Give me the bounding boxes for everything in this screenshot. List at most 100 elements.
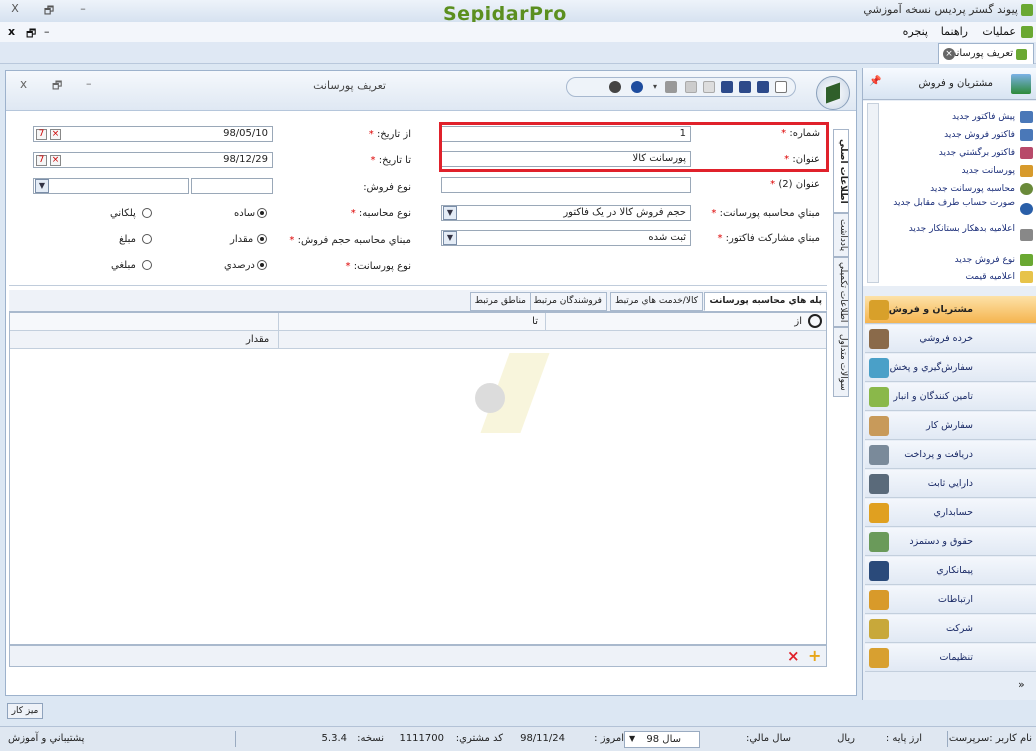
module-item[interactable]: دارايي ثابت xyxy=(865,470,1036,498)
highlight-box xyxy=(439,122,829,172)
new-icon[interactable] xyxy=(775,81,787,93)
module-item[interactable]: سفارش کار xyxy=(865,412,1036,440)
invoice-share-select[interactable]: ثبت شده ▼ xyxy=(441,230,691,246)
module-icon xyxy=(869,648,889,668)
print-icon[interactable] xyxy=(665,81,677,93)
module-item[interactable]: ارتباطات xyxy=(865,586,1036,614)
help-icon[interactable] xyxy=(631,81,643,93)
list-item[interactable]: فاکتور فروش جديد xyxy=(875,130,1015,141)
close-window-button[interactable]: X xyxy=(6,2,24,18)
column-amount-header[interactable]: مقدار xyxy=(246,334,269,345)
module-item[interactable]: پيمانکاري xyxy=(865,557,1036,585)
tab-faq[interactable]: سوالات متداول xyxy=(833,327,849,397)
sale-type-select[interactable]: ▼ xyxy=(33,178,189,194)
maximize-window-button[interactable]: 🗗 xyxy=(40,2,58,18)
sale-type-code-field[interactable] xyxy=(191,178,273,194)
list-item[interactable]: محاسبه پورسانت جديد xyxy=(875,184,1015,195)
module-label: حسابداري xyxy=(933,507,973,518)
calc-type-stepped-radio[interactable] xyxy=(142,208,152,218)
menu-window[interactable]: پنجره xyxy=(903,25,928,38)
module-item[interactable]: دريافت و پرداخت xyxy=(865,441,1036,469)
save-close-icon[interactable] xyxy=(721,81,733,93)
commission-type-percent-radio[interactable] xyxy=(257,260,267,270)
module-icon xyxy=(869,329,889,349)
tab-main-info[interactable]: اطلاعات اصلي xyxy=(833,129,849,213)
save-new-icon[interactable] xyxy=(739,81,751,93)
menu-help[interactable]: راهنما xyxy=(941,25,968,38)
title-bar: X 🗗 – SepidarPro پیوند گستر پردیس نسخه آ… xyxy=(0,0,1036,25)
module-item[interactable]: تامين کنندگان و انبار xyxy=(865,383,1036,411)
mdi-close-button[interactable]: x xyxy=(8,25,15,38)
mdi-minimize-button[interactable]: – xyxy=(44,25,50,38)
fiscal-year-select[interactable]: سال 98 ▼ xyxy=(624,731,700,748)
calendar-icon[interactable]: 7 xyxy=(36,155,47,166)
add-row-icon[interactable]: + xyxy=(808,646,821,665)
chevron-down-icon[interactable]: ▼ xyxy=(629,734,635,743)
pin-icon[interactable]: 📌 xyxy=(869,76,881,87)
chevron-down-icon[interactable]: ▼ xyxy=(35,179,49,193)
module-item[interactable]: حسابداري xyxy=(865,499,1036,527)
search-icon[interactable] xyxy=(808,314,822,328)
list-item[interactable]: اعلاميه بدهکار بستانکار جديد xyxy=(875,224,1015,235)
delete-icon[interactable] xyxy=(685,81,697,93)
module-label: دريافت و پرداخت xyxy=(904,449,973,460)
document-tab[interactable]: تعريف پورسانت × xyxy=(938,43,1034,64)
filter-to-label: تا xyxy=(532,316,538,327)
clear-icon[interactable]: × xyxy=(50,155,61,166)
module-label: دارايي ثابت xyxy=(927,478,973,489)
section-divider[interactable] xyxy=(9,285,827,288)
form-close-button[interactable]: x xyxy=(20,77,27,91)
delete-row-icon[interactable]: × xyxy=(787,647,800,665)
module-label: پيمانکاري xyxy=(936,565,973,576)
calc-base-select[interactable]: حجم فروش کالا در يک فاکتور ▼ xyxy=(441,205,691,221)
nav-panel-title: مشتريان و فروش xyxy=(918,78,993,89)
form-restore-button[interactable]: 🗗 xyxy=(52,77,62,96)
tab-extra-info[interactable]: اطلاعات تکميلي xyxy=(833,257,849,327)
module-item[interactable]: تنظيمات xyxy=(865,644,1036,672)
module-item[interactable]: خرده فروشي xyxy=(865,325,1036,353)
save-icon[interactable] xyxy=(757,81,769,93)
list-item[interactable]: فاکتور برگشتي جديد xyxy=(875,148,1015,159)
grid-filter-row: از تا xyxy=(10,313,826,331)
print-dropdown-icon[interactable]: ▾ xyxy=(653,82,657,91)
grid-footer: × + xyxy=(9,645,827,667)
tab-related-goods[interactable]: کالا/خدمت هاي مرتبط xyxy=(610,292,703,311)
volume-base-quantity-radio[interactable] xyxy=(257,234,267,244)
list-item[interactable]: پورسانت جديد xyxy=(875,166,1015,177)
calc-type-simple-radio[interactable] xyxy=(257,208,267,218)
settings-icon[interactable] xyxy=(609,81,621,93)
commission-type-amount-radio[interactable] xyxy=(142,260,152,270)
desktop-button[interactable]: ميز کار xyxy=(7,703,43,719)
list-item[interactable]: صورت حساب طرف مقابل جديد xyxy=(875,198,1015,209)
module-label: ارتباطات xyxy=(937,594,973,605)
calendar-icon[interactable]: 7 xyxy=(36,129,47,140)
list-item[interactable]: نوع فروش جديد xyxy=(875,255,1015,266)
from-date-field[interactable]: 7 × 98/05/10 xyxy=(33,126,273,142)
minimize-window-button[interactable]: – xyxy=(74,2,92,18)
list-item[interactable]: پيش فاکتور جديد xyxy=(875,112,1015,123)
module-item[interactable]: حقوق و دستمزد xyxy=(865,528,1036,556)
tab-related-sellers[interactable]: فروشندگان مرتبط xyxy=(528,292,607,311)
clear-icon[interactable]: × xyxy=(50,129,61,140)
chevron-down-icon[interactable]: ▼ xyxy=(443,206,457,220)
to-date-value: 98/12/29 xyxy=(223,154,268,165)
menu-operations[interactable]: عمليات xyxy=(982,25,1016,38)
title2-field[interactable] xyxy=(441,177,691,193)
module-item[interactable]: شرکت xyxy=(865,615,1036,643)
list-item[interactable]: اعلاميه قيمت xyxy=(875,272,1015,283)
volume-base-amount-radio[interactable] xyxy=(142,234,152,244)
chevron-down-icon[interactable]: ▼ xyxy=(443,231,457,245)
to-date-field[interactable]: 7 × 98/12/29 xyxy=(33,152,273,168)
tab-related-regions[interactable]: مناطق مرتبط xyxy=(469,292,531,311)
form-minimize-button[interactable]: – xyxy=(86,77,92,90)
module-item[interactable]: مشتريان و فروش xyxy=(865,296,1036,324)
module-label: سفارش کار xyxy=(926,420,973,431)
expand-panel-icon[interactable]: » xyxy=(1018,678,1025,691)
close-tab-icon[interactable]: × xyxy=(943,48,955,60)
tab-commission-steps[interactable]: پله هاي محاسبه پورسانت xyxy=(704,292,827,311)
status-support-link[interactable]: پشتيباني و آموزش xyxy=(8,733,84,744)
module-icon xyxy=(869,561,889,581)
copy-icon[interactable] xyxy=(703,81,715,93)
tab-notes[interactable]: يادداشت xyxy=(833,213,849,257)
module-item[interactable]: سفارش‌گيري و پخش xyxy=(865,354,1036,382)
